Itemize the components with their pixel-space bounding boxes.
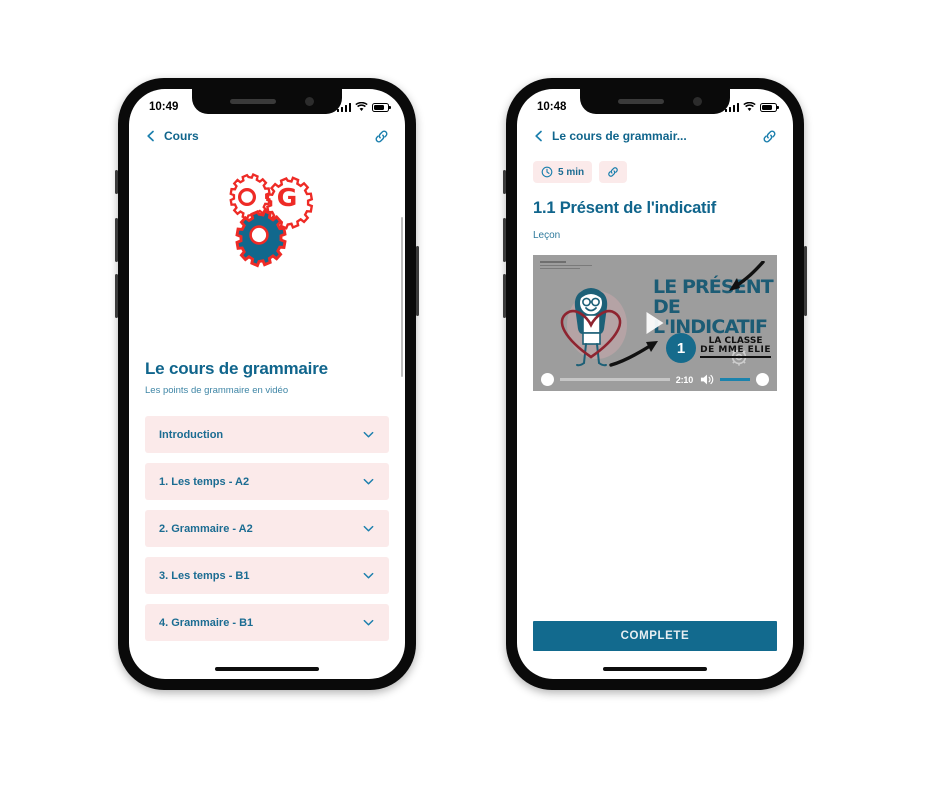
play-icon[interactable] [646, 312, 664, 334]
earpiece-speaker [618, 99, 664, 104]
front-camera [693, 97, 702, 106]
screen-left: 10:49 Cours G Le cours de grammaire Les … [129, 89, 405, 679]
battery-icon [372, 102, 391, 112]
scrollbar[interactable] [400, 217, 403, 377]
front-camera [305, 97, 314, 106]
share-link-chip[interactable] [599, 161, 628, 183]
chevron-left-icon[interactable] [145, 130, 157, 142]
chevron-down-icon[interactable] [362, 428, 375, 441]
video-controls: 2:10 [533, 373, 777, 386]
nav-back-group[interactable]: Cours [145, 129, 199, 143]
episode-badge: 1 [666, 333, 696, 363]
volume-up-button[interactable] [115, 218, 118, 262]
screen-right: 10:48 Le cours de grammair... 5 min 1.1 … [517, 89, 793, 679]
chevron-down-icon[interactable] [362, 475, 375, 488]
nav-back-group[interactable]: Le cours de grammair... [533, 129, 687, 143]
brand-underline [700, 356, 771, 358]
volume-down-button[interactable] [115, 274, 118, 318]
page-title: 1.1 Présent de l'indicatif [533, 199, 717, 217]
status-icons [336, 102, 391, 112]
arrow-up-right-icon [609, 341, 658, 367]
accordion-label: Introduction [159, 428, 224, 441]
silent-switch[interactable] [115, 170, 118, 194]
gear-letter-g: G [277, 183, 298, 212]
accordion-row[interactable]: 4. Grammaire - B1 [145, 604, 389, 641]
lesson-type-label: Leçon [533, 230, 561, 241]
content-left: G Le cours de grammaire Les points de gr… [129, 151, 405, 641]
link-icon [608, 167, 618, 177]
accordion-row[interactable]: 1. Les temps - A2 [145, 463, 389, 500]
brand-logo: LA CLASSE DE MME ELIE [700, 337, 771, 358]
progress-handle[interactable] [541, 373, 554, 386]
status-time: 10:48 [537, 101, 567, 113]
phone-right: 10:48 Le cours de grammair... 5 min 1.1 … [503, 78, 807, 690]
chevron-down-icon[interactable] [362, 522, 375, 535]
complete-button[interactable]: COMPLETE [533, 621, 777, 651]
screenshot-canvas: 10:49 Cours G Le cours de grammaire Les … [0, 0, 940, 788]
earpiece-speaker [230, 99, 276, 104]
home-indicator[interactable] [215, 667, 319, 671]
power-button[interactable] [416, 246, 419, 316]
video-time: 2:10 [675, 374, 693, 385]
accordion-label: 3. Les temps - B1 [159, 569, 250, 582]
power-button[interactable] [804, 246, 807, 316]
course-sections-accordion: Introduction 1. Les temps - A2 2. Gramma… [145, 416, 389, 641]
notch [192, 89, 342, 114]
course-header: Le cours de grammaire Les points de gram… [145, 359, 389, 396]
volume-track[interactable] [720, 378, 750, 381]
nav-title: Cours [164, 129, 199, 143]
accordion-row[interactable]: Introduction [145, 416, 389, 453]
accordion-label: 2. Grammaire - A2 [159, 522, 253, 535]
wifi-icon [743, 102, 756, 111]
lesson-meta-chips: 5 min [533, 161, 777, 183]
page-title: Le cours de grammaire [145, 359, 328, 378]
volume-down-button[interactable] [503, 274, 506, 318]
arrow-down-left-icon [729, 261, 765, 291]
volume-up-button[interactable] [503, 218, 506, 262]
chevron-down-icon[interactable] [362, 616, 375, 629]
video-player[interactable]: LE PRÉSENT DE L'INDICATIF 1 LA CLASSE DE… [533, 255, 777, 391]
link-icon[interactable] [374, 129, 389, 144]
page-subtitle: Les points de grammaire en vidéo [145, 385, 289, 396]
duration-chip[interactable]: 5 min [533, 161, 593, 183]
status-icons [724, 102, 779, 112]
chevron-down-icon[interactable] [362, 569, 375, 582]
battery-icon [760, 102, 779, 112]
brand-line-2: DE MME ELIE [700, 345, 771, 355]
chevron-left-icon[interactable] [533, 130, 545, 142]
nav-bar-left: Cours [129, 119, 405, 151]
clock-icon [541, 166, 553, 178]
accordion-row[interactable]: 3. Les temps - B1 [145, 557, 389, 594]
duration-label: 5 min [558, 166, 585, 178]
nav-bar-right: Le cours de grammair... [517, 119, 793, 151]
accordion-label: 4. Grammaire - B1 [159, 616, 254, 629]
content-right: 5 min 1.1 Présent de l'indicatif Leçon L… [517, 161, 793, 391]
gears-logo: G [145, 151, 389, 269]
volume-icon[interactable] [699, 373, 714, 386]
status-time: 10:49 [149, 101, 179, 113]
progress-track[interactable] [560, 378, 670, 381]
wifi-icon [355, 102, 368, 111]
video-watermark [540, 261, 600, 270]
notch [580, 89, 730, 114]
home-indicator[interactable] [603, 667, 707, 671]
link-icon[interactable] [762, 129, 777, 144]
nav-title: Le cours de grammair... [552, 129, 687, 143]
accordion-label: 1. Les temps - A2 [159, 475, 250, 488]
accordion-row[interactable]: 2. Grammaire - A2 [145, 510, 389, 547]
phone-left: 10:49 Cours G Le cours de grammaire Les … [115, 78, 419, 690]
volume-handle[interactable] [756, 373, 769, 386]
gears-logo-icon: G [229, 172, 314, 268]
silent-switch[interactable] [503, 170, 506, 194]
